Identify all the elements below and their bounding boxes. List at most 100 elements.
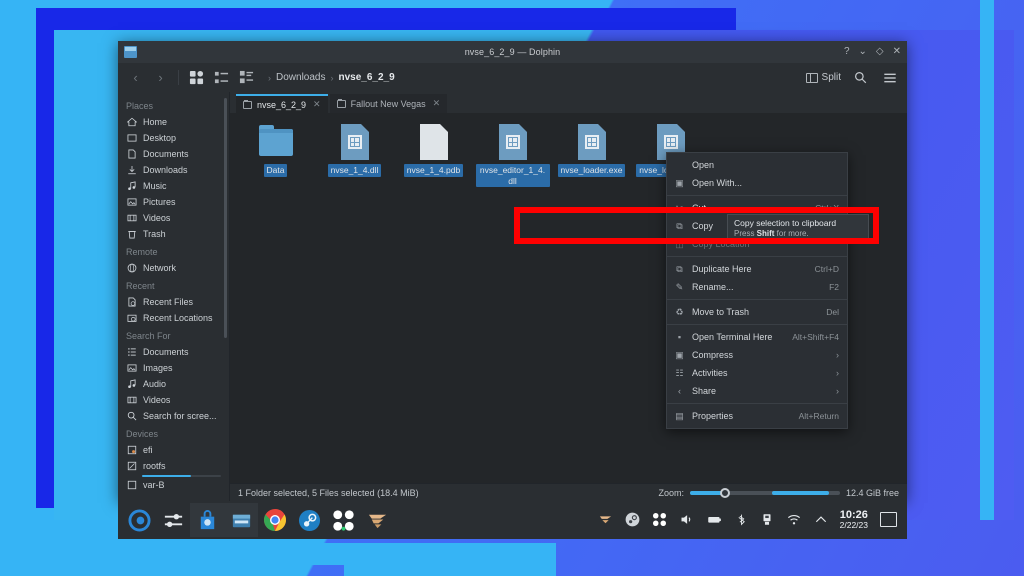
taskbar: 10:26 2/22/23 [118, 501, 907, 539]
copy-icon: ⧉ [676, 220, 683, 231]
file-item-nvse-editor-1-4-dll[interactable]: nvse_editor_1_4.dll [473, 123, 552, 188]
split-button[interactable]: Split [805, 72, 841, 83]
dolphin-icon[interactable] [224, 503, 258, 537]
sidebar-item-documents[interactable]: Documents [118, 146, 229, 162]
battery-icon[interactable] [706, 512, 723, 527]
tab-fallout-new-vegas[interactable]: Fallout New Vegas ✕ [329, 94, 448, 113]
sidebar-section-places: Places [126, 101, 154, 111]
menu-item-shortcut: Del [826, 307, 839, 317]
sidebar-item-videos[interactable]: Videos [118, 210, 229, 226]
submenu-arrow-icon: › [836, 350, 839, 360]
window-titlebar: nvse_6_2_9 — Dolphin ? ⌄ ◇ ✕ [118, 41, 907, 63]
compress-icon: ▣ [675, 349, 684, 360]
breadcrumb-chevron-icon-2: › [330, 72, 334, 83]
usb-icon[interactable] [760, 512, 774, 527]
menu-item-rename[interactable]: ✎ Rename... F2 [667, 278, 847, 296]
bluetooth-icon[interactable] [735, 512, 748, 527]
menu-item-duplicate-here[interactable]: ⧉ Duplicate Here Ctrl+D [667, 260, 847, 278]
binary-file-icon [496, 123, 530, 161]
volume-icon[interactable] [679, 512, 694, 527]
sidebar-item-efi[interactable]: efi [118, 442, 229, 458]
sidebar-item-rootfs[interactable]: rootfs [118, 458, 229, 474]
forward-button[interactable]: › [151, 68, 170, 87]
menu-item-label: Move to Trash [692, 307, 750, 317]
back-button[interactable]: ‹ [126, 68, 145, 87]
sidebar-item-label: Videos [143, 395, 171, 405]
compact-view-icon[interactable] [212, 68, 231, 87]
tab-close-icon[interactable]: ✕ [433, 98, 441, 109]
sidebar-item-label: Recent Locations [143, 313, 213, 323]
menu-item-activities[interactable]: ☷ Activities › [667, 364, 847, 382]
sidebar-item-search-screenshots[interactable]: Search for scree... [118, 408, 229, 424]
tab-close-icon[interactable]: ✕ [313, 99, 321, 110]
sidebar-item-search-videos[interactable]: Videos [118, 392, 229, 408]
picture-icon [127, 197, 137, 207]
menu-item-open-with[interactable]: ▣ Open With... [667, 174, 847, 192]
sidebar-item-label: Documents [143, 149, 189, 159]
help-button[interactable]: ? [844, 47, 850, 57]
menu-item-label: Rename... [692, 282, 734, 292]
discover-icon[interactable] [190, 503, 224, 537]
menu-item-properties[interactable]: ▤ Properties Alt+Return [667, 407, 847, 425]
maximize-button[interactable]: ◇ [876, 47, 884, 57]
file-item-nvse-loader-exe[interactable]: nvse_loader.exe [552, 123, 631, 187]
menu-item-open-terminal-here[interactable]: ▪ Open Terminal Here Alt+Shift+F4 [667, 328, 847, 346]
file-item-nvse-1-4-dll[interactable]: nvse_1_4.dll [315, 123, 394, 187]
menu-separator [667, 403, 847, 404]
file-item-data[interactable]: Data [236, 123, 315, 187]
open-with-icon: ▣ [675, 177, 684, 188]
zoom-slider-handle[interactable] [719, 487, 730, 498]
sidebar-item-pictures[interactable]: Pictures [118, 194, 229, 210]
menu-item-open[interactable]: Open [667, 156, 847, 174]
sidebar-item-downloads[interactable]: Downloads [118, 162, 229, 178]
search-icon[interactable] [851, 68, 870, 87]
sidebar-item-var-b[interactable]: var-B [118, 477, 229, 493]
sidebar-item-desktop[interactable]: Desktop [118, 130, 229, 146]
binary-file-icon [338, 123, 372, 161]
menu-item-compress[interactable]: ▣ Compress › [667, 346, 847, 364]
sidebar-item-music[interactable]: Music [118, 178, 229, 194]
menu-item-label: Duplicate Here [692, 264, 752, 274]
activities-icon: ☷ [675, 367, 684, 378]
file-item-nvse-1-4-pdb[interactable]: nvse_1_4.pdb [394, 123, 473, 187]
settings-icon[interactable] [156, 503, 190, 537]
sidebar-scrollbar[interactable] [224, 98, 227, 338]
close-button[interactable]: ✕ [893, 47, 901, 57]
window-controls: ? ⌄ ◇ ✕ [844, 47, 901, 57]
sidebar-item-home[interactable]: Home [118, 114, 229, 130]
zoom-slider[interactable] [689, 487, 840, 498]
clock[interactable]: 10:26 2/22/23 [840, 509, 868, 531]
breadcrumb-item-current[interactable]: nvse_6_2_9 [338, 72, 394, 83]
menu-item-share[interactable]: ‹ Share › [667, 382, 847, 400]
menu-item-move-to-trash[interactable]: ♻ Move to Trash Del [667, 303, 847, 321]
minimize-button[interactable]: ⌄ [859, 47, 867, 57]
lutris-tray-icon[interactable] [652, 512, 667, 527]
hamburger-menu-icon[interactable] [880, 68, 899, 87]
tab-nvse-6-2-9[interactable]: nvse_6_2_9 ✕ [236, 94, 328, 113]
twister-tray-icon[interactable] [598, 512, 613, 527]
sidebar-item-recent-locations[interactable]: Recent Locations [118, 310, 229, 326]
menu-item-label: Open Terminal Here [692, 332, 773, 342]
sidebar-item-label: Home [143, 117, 168, 127]
expand-tray-icon[interactable] [814, 513, 828, 527]
lutris-icon[interactable] [326, 503, 360, 537]
menu-item-shortcut: Ctrl+X [815, 203, 839, 213]
sidebar-item-search-audio[interactable]: Audio [118, 376, 229, 392]
breadcrumb-item-downloads[interactable]: Downloads [276, 72, 325, 83]
twister-icon[interactable] [360, 503, 394, 537]
icons-view-icon[interactable] [187, 68, 206, 87]
steam-icon[interactable] [292, 503, 326, 537]
show-desktop-icon[interactable] [880, 512, 897, 528]
sidebar-item-trash[interactable]: Trash [118, 226, 229, 242]
sidebar-item-network[interactable]: Network [118, 260, 229, 276]
details-view-icon[interactable] [237, 68, 256, 87]
sidebar-item-search-images[interactable]: Images [118, 360, 229, 376]
wifi-icon[interactable] [786, 512, 802, 527]
chrome-icon[interactable] [258, 503, 292, 537]
steam-tray-icon[interactable] [625, 512, 640, 527]
application-launcher-icon[interactable] [122, 503, 156, 537]
sidebar-item-recent-files[interactable]: Recent Files [118, 294, 229, 310]
video-search-icon [127, 395, 137, 405]
sidebar-item-search-documents[interactable]: Documents [118, 344, 229, 360]
document-search-icon [127, 347, 137, 357]
